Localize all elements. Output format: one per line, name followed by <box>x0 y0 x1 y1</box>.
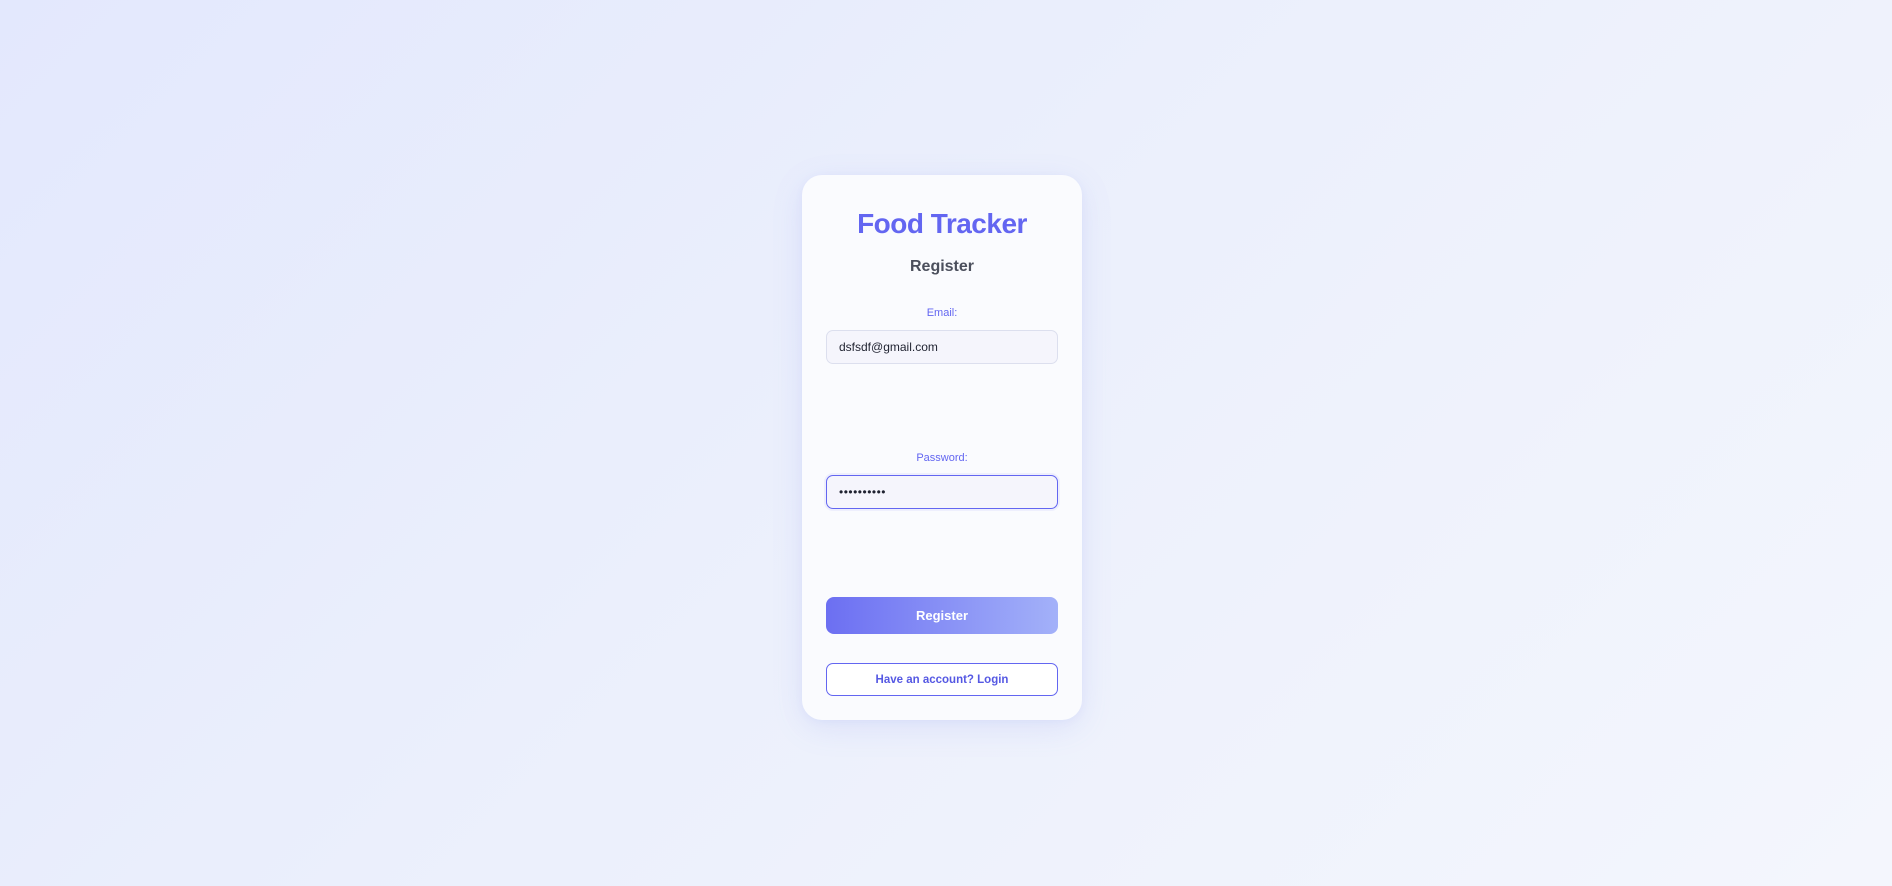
app-title: Food Tracker <box>857 208 1027 239</box>
login-link-button[interactable]: Have an account? Login <box>826 663 1058 696</box>
email-label: Email: <box>926 307 958 319</box>
email-input[interactable] <box>826 330 1058 364</box>
password-label: Password: <box>916 452 968 464</box>
password-input[interactable] <box>826 475 1058 509</box>
register-button[interactable]: Register <box>826 597 1058 634</box>
form-title: Register <box>909 258 975 275</box>
register-card: Food Tracker Register Email: Password: R… <box>802 175 1082 720</box>
